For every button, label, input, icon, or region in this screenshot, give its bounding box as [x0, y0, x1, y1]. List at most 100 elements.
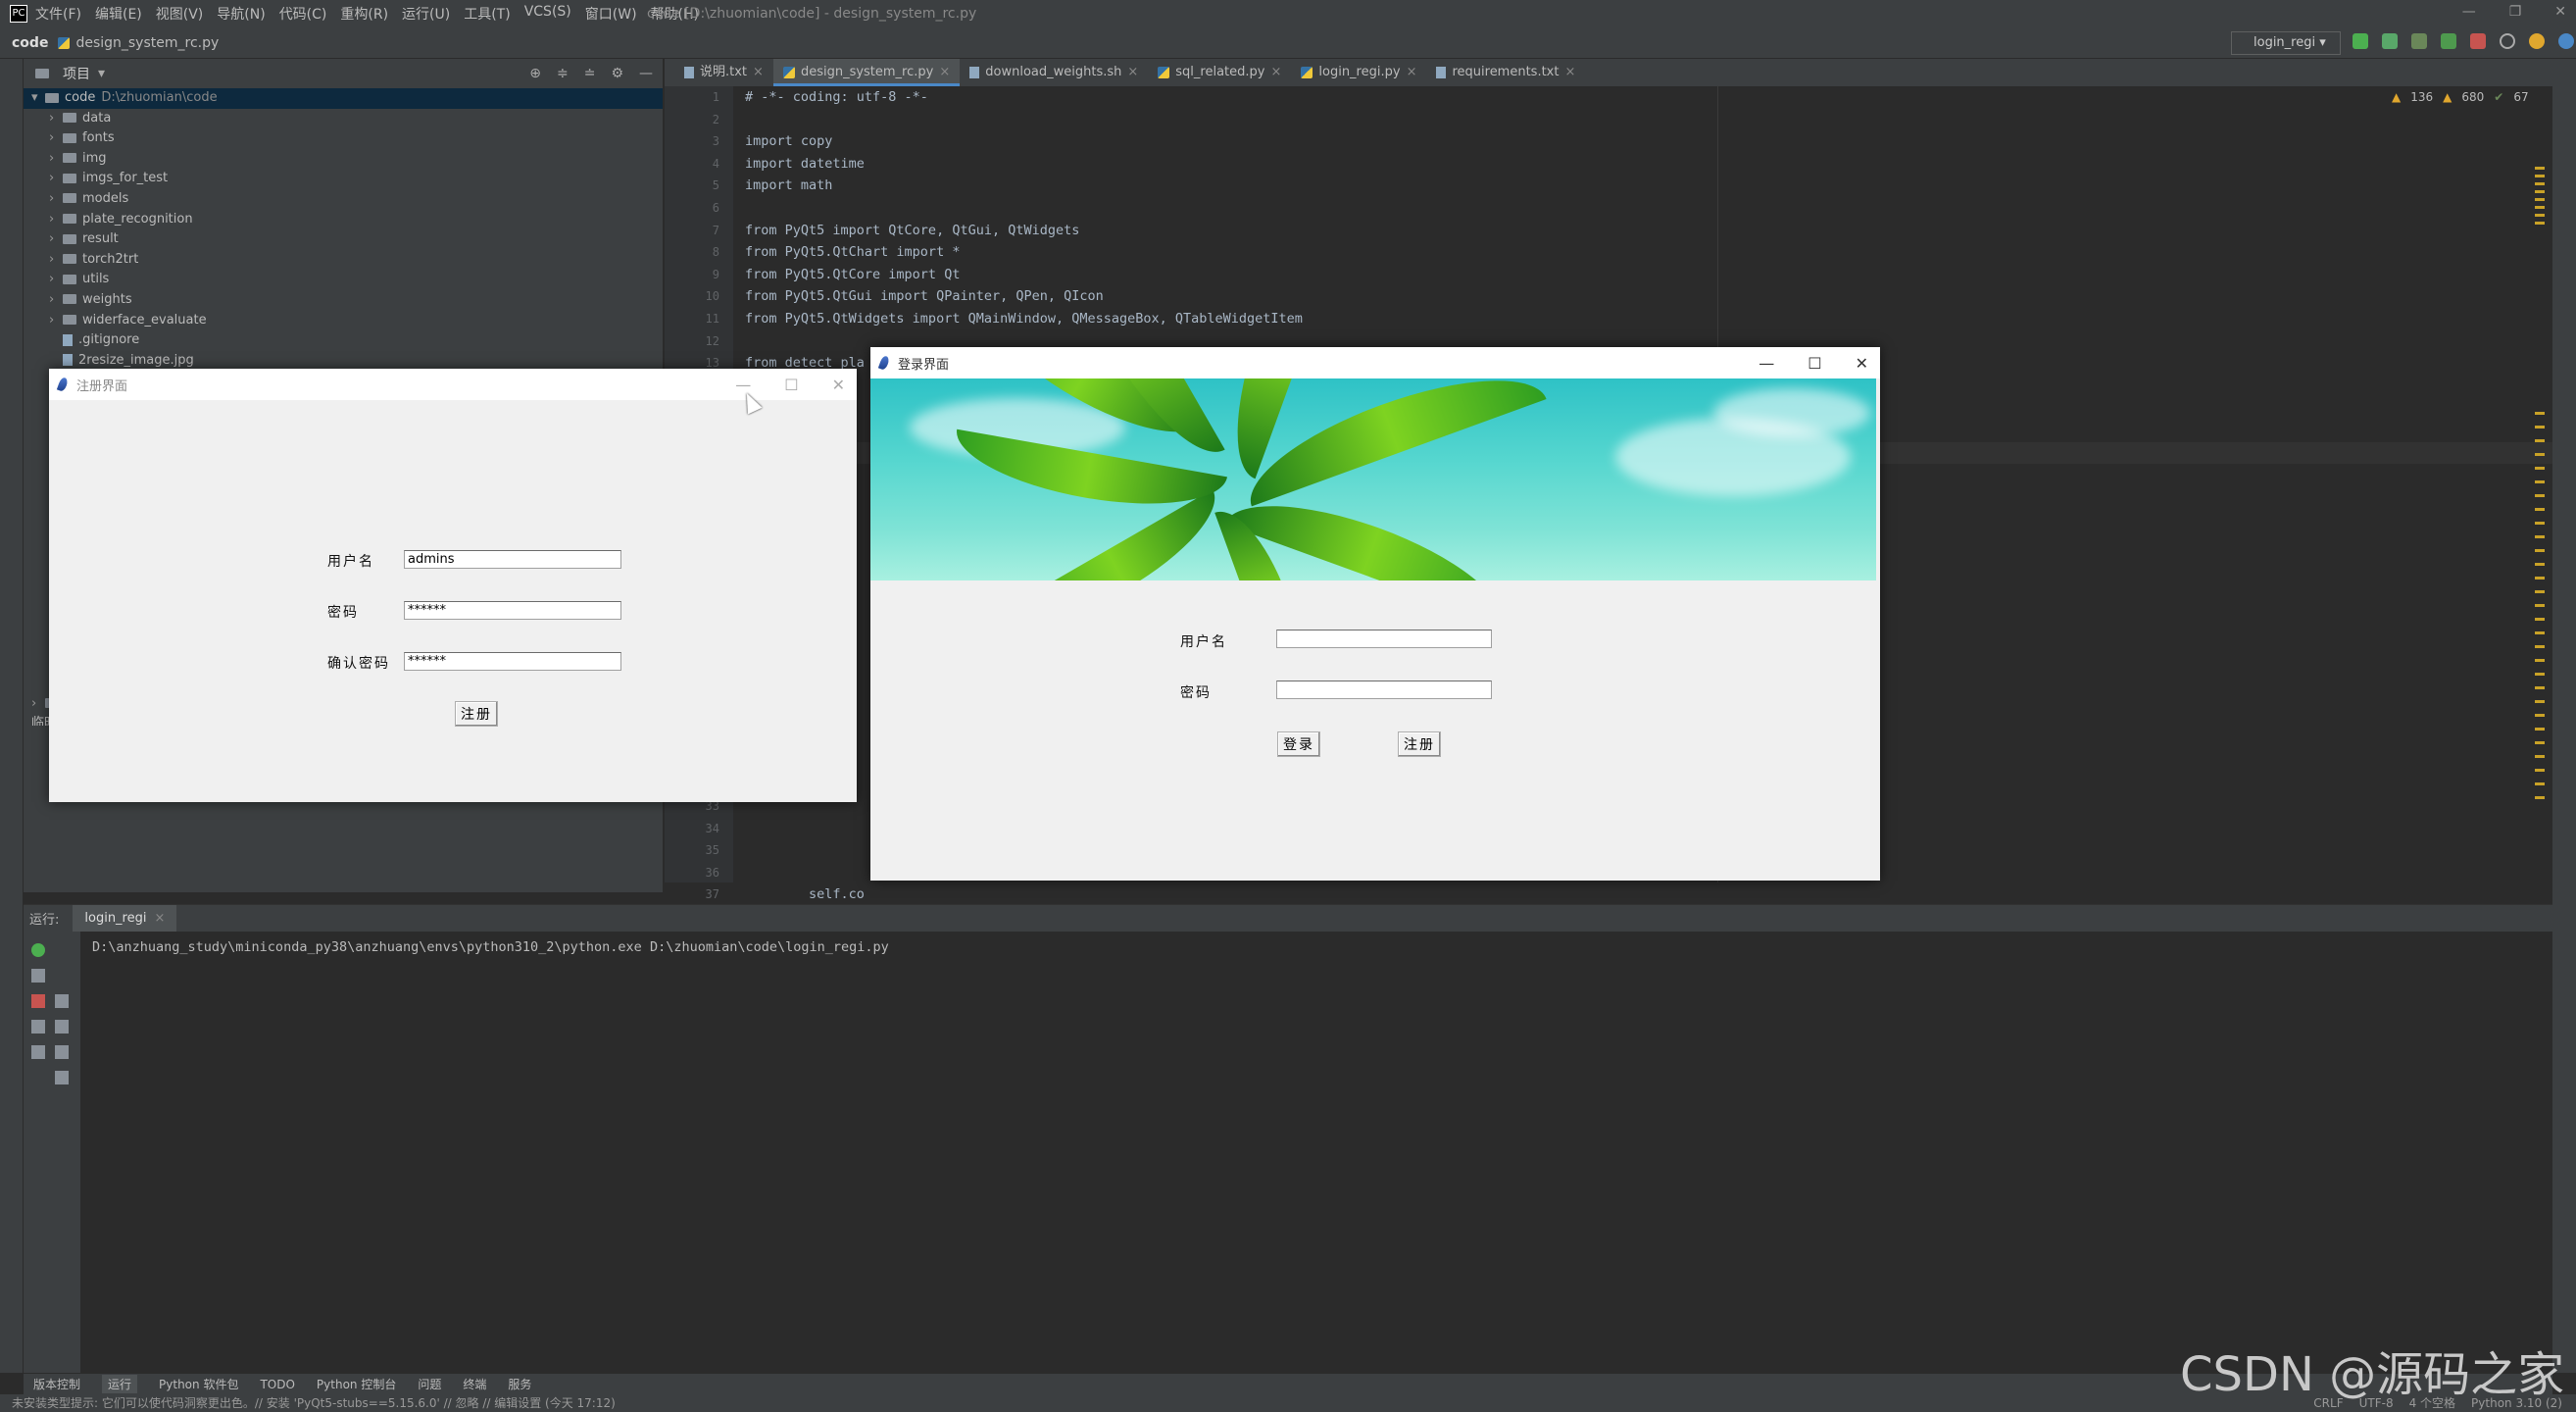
menu-item[interactable]: 导航(N) — [217, 4, 265, 24]
chevron-right-icon[interactable]: › — [49, 189, 63, 210]
tree-folder[interactable]: › result — [24, 229, 663, 250]
menu-item[interactable]: 视图(V) — [156, 4, 204, 24]
hide-icon[interactable]: — — [639, 66, 653, 81]
coverage-icon[interactable] — [2411, 33, 2427, 49]
tree-folder[interactable]: › fonts — [24, 128, 663, 149]
tree-folder[interactable]: › widerface_evaluate — [24, 311, 663, 331]
tree-root[interactable]: ▾ code D:\zhuomian\code — [24, 88, 663, 109]
close-tab-icon[interactable]: × — [1270, 65, 1281, 79]
error-stripe[interactable] — [2533, 157, 2547, 843]
stop-icon[interactable] — [31, 994, 45, 1008]
debug-icon[interactable] — [2382, 33, 2398, 49]
editor-tab[interactable]: requirements.txt × — [1426, 59, 1585, 86]
scroll-to-end-icon[interactable] — [55, 1020, 69, 1034]
chevron-down-icon[interactable]: ▾ — [31, 88, 45, 109]
run-console[interactable]: D:\anzhuang_study\miniconda_py38\anzhuan… — [80, 932, 2552, 1373]
rerun-icon[interactable] — [31, 943, 45, 957]
inspection-widget[interactable]: ▲ 136 ▲ 680 ✔ 67 — [2392, 90, 2529, 104]
close-icon[interactable]: ✕ — [1856, 354, 1868, 373]
register-confirm-input[interactable]: ****** — [404, 652, 621, 671]
update-icon[interactable] — [2529, 33, 2545, 49]
tool-window-button[interactable]: TODO — [260, 1378, 294, 1391]
login-button[interactable]: 登录 — [1277, 731, 1320, 757]
chevron-right-icon[interactable]: › — [49, 250, 63, 271]
menu-item[interactable]: 代码(C) — [279, 4, 327, 24]
tree-folder[interactable]: › img — [24, 149, 663, 170]
close-tab-icon[interactable]: × — [154, 911, 165, 926]
tool-window-button[interactable]: 终端 — [463, 1376, 486, 1392]
wrench-icon[interactable] — [31, 969, 45, 983]
status-message[interactable]: 未安装类型提示: 它们可以使代码洞察更出色。// 安装 'PyQt5-stubs… — [12, 1396, 616, 1410]
tool-window-button[interactable]: Python 软件包 — [159, 1376, 238, 1392]
menu-item[interactable]: 窗口(W) — [585, 4, 637, 24]
chevron-right-icon[interactable]: › — [49, 210, 63, 230]
login-password-input[interactable] — [1276, 681, 1492, 699]
close-tab-icon[interactable]: × — [939, 65, 950, 79]
soft-wrap-icon[interactable] — [55, 994, 69, 1008]
menu-item[interactable]: 工具(T) — [464, 4, 510, 24]
maximize-icon[interactable]: ☐ — [784, 376, 798, 394]
stop-icon[interactable] — [2470, 33, 2486, 49]
login-username-input[interactable] — [1276, 630, 1492, 648]
editor-tab[interactable]: sql_related.py × — [1148, 59, 1291, 86]
menu-item[interactable]: 编辑(E) — [95, 4, 142, 24]
chevron-right-icon[interactable]: › — [49, 311, 63, 331]
collapse-all-icon[interactable]: ≐ — [584, 66, 596, 81]
print-icon[interactable] — [55, 1045, 69, 1059]
pin-icon[interactable] — [31, 1045, 45, 1059]
tree-file[interactable]: .gitignore — [24, 330, 663, 351]
menu-item[interactable]: 重构(R) — [340, 4, 388, 24]
register-submit-button[interactable]: 注册 — [455, 701, 498, 727]
chevron-right-icon[interactable]: › — [49, 169, 63, 189]
minimize-icon[interactable]: — — [1759, 354, 1774, 373]
close-icon[interactable]: ✕ — [832, 376, 845, 394]
editor-tab[interactable]: design_system_rc.py × — [772, 59, 961, 86]
run-tab[interactable]: login_regi × — [73, 904, 177, 933]
tool-window-button[interactable]: 版本控制 — [33, 1376, 80, 1392]
close-icon[interactable]: ✕ — [2554, 4, 2566, 20]
tool-window-button[interactable]: Python 控制台 — [317, 1376, 396, 1392]
chevron-down-icon[interactable]: ▾ — [98, 66, 105, 81]
tree-folder[interactable]: › plate_recognition — [24, 210, 663, 230]
register-password-input[interactable]: ****** — [404, 601, 621, 620]
chevron-right-icon[interactable]: › — [49, 270, 63, 290]
tool-window-button[interactable]: 运行 — [102, 1375, 138, 1393]
editor-tab[interactable]: login_regi.py × — [1291, 59, 1426, 86]
register-username-input[interactable]: admins — [404, 550, 621, 569]
tree-folder[interactable]: › models — [24, 189, 663, 210]
locate-icon[interactable]: ⊕ — [529, 66, 541, 81]
maximize-icon[interactable]: ☐ — [1808, 354, 1821, 373]
restore-icon[interactable]: ❐ — [2509, 4, 2522, 20]
tool-window-button[interactable]: 服务 — [508, 1376, 531, 1392]
editor-tab[interactable]: 说明.txt × — [674, 59, 773, 86]
tree-folder[interactable]: › weights — [24, 290, 663, 311]
login-register-button[interactable]: 注册 — [1398, 731, 1441, 757]
chevron-right-icon[interactable]: › — [31, 694, 45, 715]
run-config-selector[interactable]: login_regi ▾ — [2231, 31, 2341, 55]
chevron-right-icon[interactable]: › — [49, 229, 63, 250]
menu-item[interactable]: VCS(S) — [524, 4, 571, 24]
close-tab-icon[interactable]: × — [1407, 65, 1417, 79]
breadcrumb-root[interactable]: code — [12, 35, 48, 51]
menu-item[interactable]: 文件(F) — [35, 4, 81, 24]
gear-icon[interactable]: ⚙ — [611, 66, 623, 81]
tree-folder[interactable]: › utils — [24, 270, 663, 290]
minimize-icon[interactable]: — — [2462, 4, 2476, 20]
chevron-right-icon[interactable]: › — [49, 290, 63, 311]
chevron-right-icon[interactable]: › — [49, 109, 63, 129]
tree-folder[interactable]: › data — [24, 109, 663, 129]
layout-icon[interactable] — [31, 1020, 45, 1034]
tree-folder[interactable]: › torch2trt — [24, 250, 663, 271]
close-tab-icon[interactable]: × — [753, 65, 764, 79]
editor-tab[interactable]: download_weights.sh × — [960, 59, 1148, 86]
expand-all-icon[interactable]: ≑ — [557, 66, 569, 81]
close-tab-icon[interactable]: × — [1127, 65, 1138, 79]
chevron-right-icon[interactable]: › — [49, 149, 63, 170]
close-tab-icon[interactable]: × — [1564, 65, 1575, 79]
chevron-right-icon[interactable]: › — [49, 128, 63, 149]
settings-icon[interactable] — [2558, 33, 2574, 49]
menu-item[interactable]: 运行(U) — [402, 4, 450, 24]
trash-icon[interactable] — [55, 1071, 69, 1084]
tool-window-button[interactable]: 问题 — [418, 1376, 441, 1392]
profile-icon[interactable] — [2441, 33, 2456, 49]
